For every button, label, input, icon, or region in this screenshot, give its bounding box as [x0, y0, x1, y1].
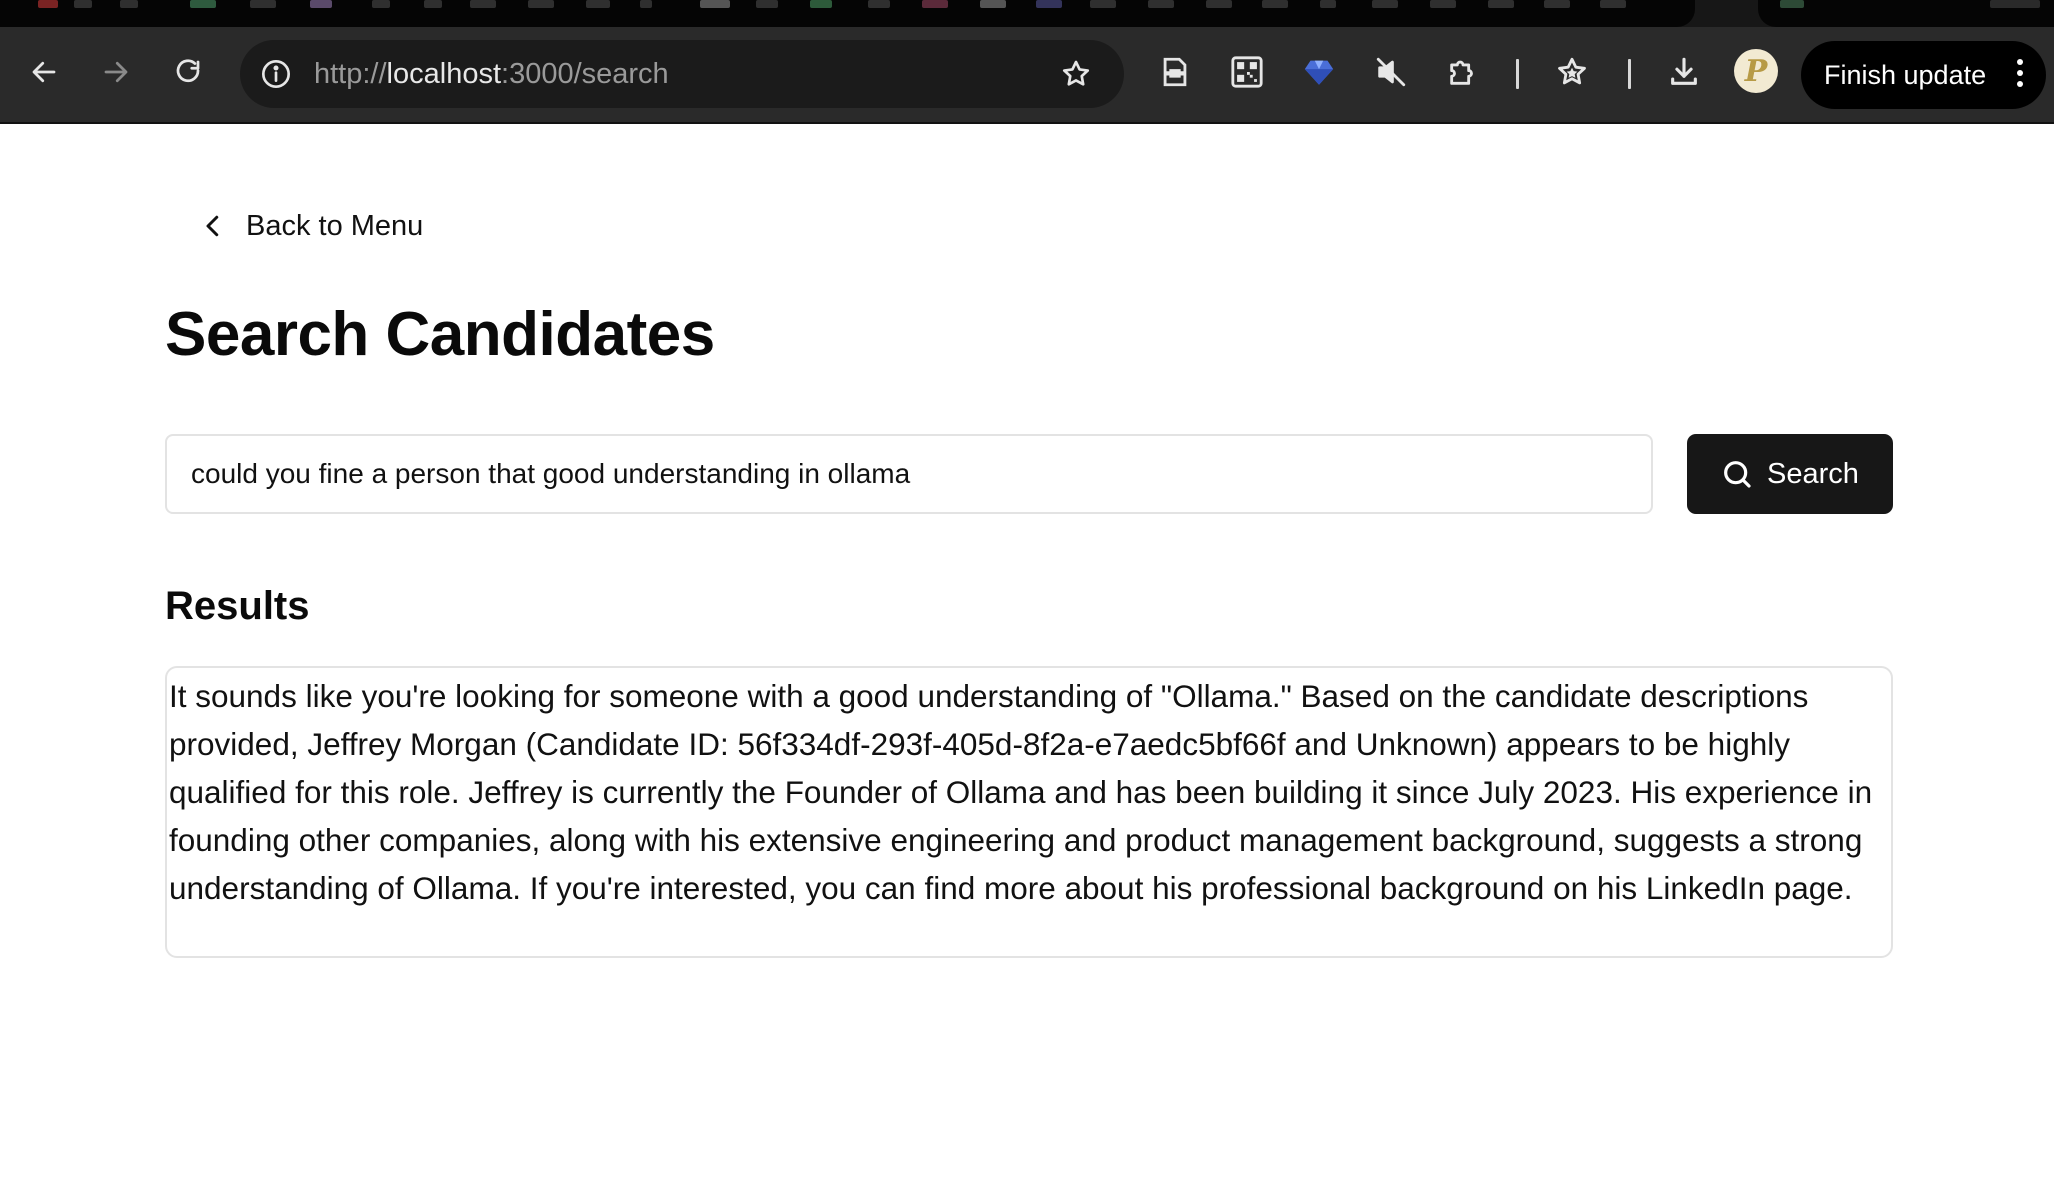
tab-bar-right[interactable]	[1758, 0, 2054, 27]
extensions-puzzle-icon[interactable]	[1438, 47, 1488, 97]
url-scheme: http://	[314, 58, 387, 90]
tab-bar[interactable]	[0, 0, 1695, 27]
info-icon[interactable]	[258, 56, 294, 92]
avatar-letter: P	[1744, 53, 1768, 89]
search-input[interactable]	[165, 434, 1653, 514]
bookmark-star-icon[interactable]	[1058, 56, 1094, 92]
results-box: It sounds like you're looking for someon…	[165, 666, 1893, 958]
more-vert-icon[interactable]	[2016, 59, 2024, 91]
gem-extension-icon[interactable]	[1294, 47, 1344, 97]
reader-icon[interactable]	[1150, 47, 1200, 97]
qr-code-icon[interactable]	[1222, 47, 1272, 97]
bookmarks-icon[interactable]	[1547, 47, 1597, 97]
url-path: :3000/search	[501, 58, 669, 90]
back-to-menu-link[interactable]: Back to Menu	[198, 205, 423, 247]
download-icon[interactable]	[1659, 47, 1709, 97]
back-to-menu-label: Back to Menu	[246, 209, 424, 242]
search-button-label: Search	[1767, 457, 1859, 490]
url-text[interactable]: http://localhost:3000/search	[314, 40, 669, 108]
profile-avatar[interactable]: P	[1734, 49, 1778, 93]
toolbar-divider	[1628, 59, 1631, 89]
tab-strip	[0, 0, 2054, 30]
reload-icon[interactable]	[163, 47, 213, 97]
results-heading: Results	[165, 584, 310, 628]
search-button[interactable]: Search	[1687, 434, 1893, 514]
toolbar-divider	[1516, 59, 1519, 89]
forward-arrow-icon[interactable]	[91, 47, 141, 97]
results-text: It sounds like you're looking for someon…	[169, 678, 1873, 906]
url-host: localhost	[386, 58, 502, 90]
finish-update-button[interactable]: Finish update	[1801, 41, 2046, 109]
finish-update-label: Finish update	[1824, 59, 1987, 90]
browser-toolbar: http://localhost:3000/search P Finish up…	[0, 27, 2054, 124]
chevron-left-icon	[206, 215, 219, 237]
mute-icon[interactable]	[1366, 47, 1416, 97]
back-arrow-icon[interactable]	[19, 47, 69, 97]
search-icon	[1724, 461, 1751, 488]
address-bar[interactable]: http://localhost:3000/search	[240, 40, 1124, 108]
page-title: Search Candidates	[165, 300, 715, 369]
